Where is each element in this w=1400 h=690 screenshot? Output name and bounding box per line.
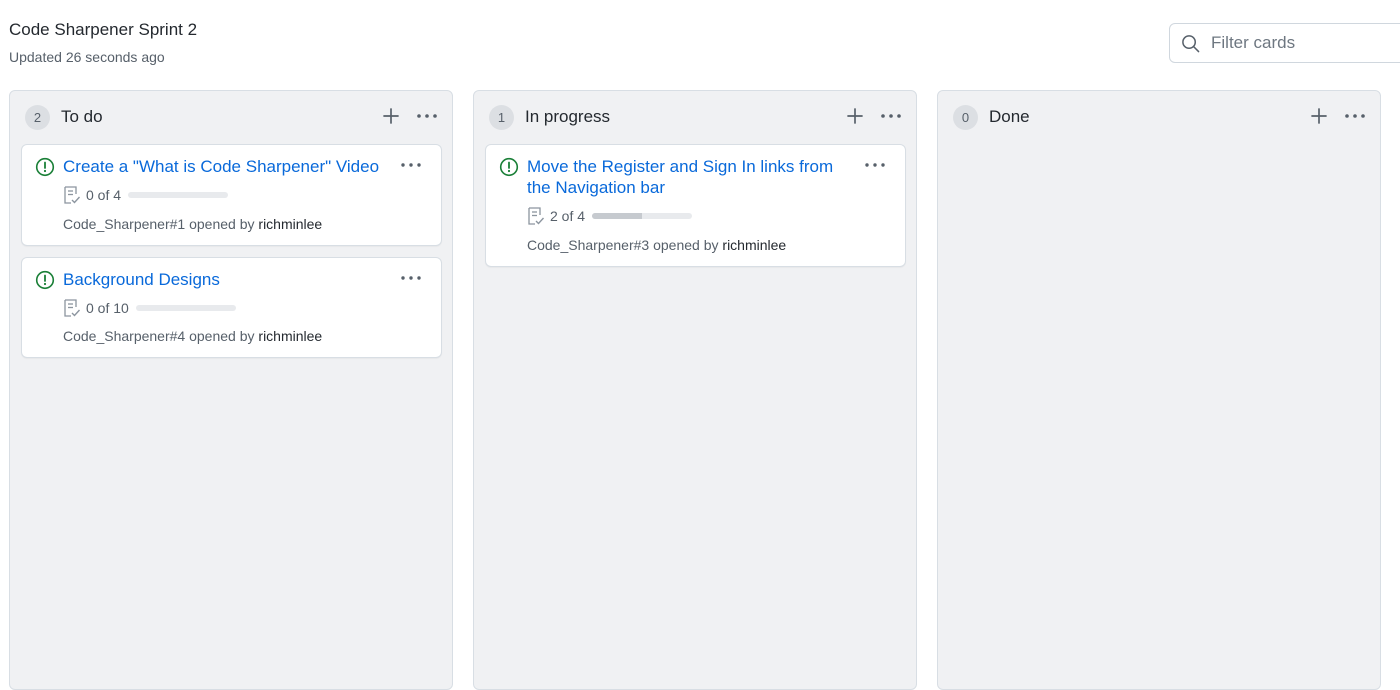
plus-icon[interactable]: [846, 107, 864, 125]
progress-bar: [128, 192, 229, 198]
filter-cards-field[interactable]: [1169, 23, 1400, 63]
checklist-icon: [64, 186, 81, 204]
updated-timestamp: Updated 26 seconds ago: [9, 49, 165, 65]
issue-reference[interactable]: Code_Sharpener#1: [63, 216, 185, 232]
task-progress: 0 of 10: [63, 298, 236, 318]
plus-icon[interactable]: [1310, 107, 1328, 125]
column-card-count: 1: [489, 105, 514, 130]
issue-card[interactable]: Background Designs 0 of 10 Code_Sharpene…: [21, 257, 442, 358]
issue-opened-icon: [35, 157, 55, 177]
card-title-link[interactable]: Move the Register and Sign In links from…: [527, 156, 857, 198]
kebab-horizontal-icon[interactable]: [416, 107, 438, 125]
issue-card[interactable]: Create a "What is Code Sharpener" Video …: [21, 144, 442, 246]
task-progress: 0 of 4: [63, 185, 229, 205]
kebab-horizontal-icon[interactable]: [400, 157, 422, 173]
kebab-horizontal-icon[interactable]: [880, 107, 902, 125]
column-header: 0 Done: [938, 104, 1380, 130]
card-title-link[interactable]: Background Designs: [63, 269, 393, 290]
task-count: 0 of 10: [86, 300, 129, 316]
column-title: In progress: [525, 107, 611, 126]
column-title: To do: [61, 107, 103, 126]
progress-bar: [135, 305, 236, 311]
kebab-horizontal-icon[interactable]: [400, 270, 422, 286]
progress-bar: [592, 213, 693, 219]
column-header: 2 To do: [10, 104, 452, 130]
checklist-icon: [64, 299, 81, 317]
task-count: 2 of 4: [550, 208, 586, 224]
author-link[interactable]: richminlee: [722, 237, 786, 253]
board-header: Code Sharpener Sprint 2 Updated 26 secon…: [9, 20, 197, 65]
column-header: 1 In progress: [474, 104, 916, 130]
issue-opened-icon: [35, 270, 55, 290]
board-title: Code Sharpener Sprint 2: [9, 20, 198, 39]
column-card-count: 0: [953, 105, 978, 130]
opened-by-text: opened by: [189, 216, 255, 232]
issue-card[interactable]: Move the Register and Sign In links from…: [485, 144, 906, 267]
author-link[interactable]: richminlee: [258, 328, 322, 344]
checklist-icon: [528, 207, 545, 225]
filter-cards-input[interactable]: [1211, 33, 1391, 53]
task-progress: 2 of 4: [527, 206, 693, 226]
kebab-horizontal-icon[interactable]: [1344, 107, 1366, 125]
column-card-count: 2: [25, 105, 50, 130]
search-icon: [1182, 34, 1200, 52]
column-done: 0 Done: [937, 90, 1381, 690]
kebab-horizontal-icon[interactable]: [864, 157, 886, 173]
opened-by-text: opened by: [653, 237, 719, 253]
card-meta: Code_Sharpener#3 opened by richminlee: [527, 237, 786, 253]
task-count: 0 of 4: [86, 187, 122, 203]
opened-by-text: opened by: [189, 328, 255, 344]
card-title-link[interactable]: Create a "What is Code Sharpener" Video: [63, 156, 393, 177]
card-meta: Code_Sharpener#4 opened by richminlee: [63, 328, 322, 344]
card-meta: Code_Sharpener#1 opened by richminlee: [63, 216, 322, 232]
column-to-do: 2 To do Create a "What is Code Sharpener…: [9, 90, 453, 690]
issue-reference[interactable]: Code_Sharpener#3: [527, 237, 649, 253]
author-link[interactable]: richminlee: [258, 216, 322, 232]
plus-icon[interactable]: [382, 107, 400, 125]
column-title: Done: [989, 107, 1030, 126]
column-in-progress: 1 In progress Move the Register and Sign…: [473, 90, 917, 690]
issue-reference[interactable]: Code_Sharpener#4: [63, 328, 185, 344]
issue-opened-icon: [499, 157, 519, 177]
progress-bar-fill: [592, 213, 643, 219]
